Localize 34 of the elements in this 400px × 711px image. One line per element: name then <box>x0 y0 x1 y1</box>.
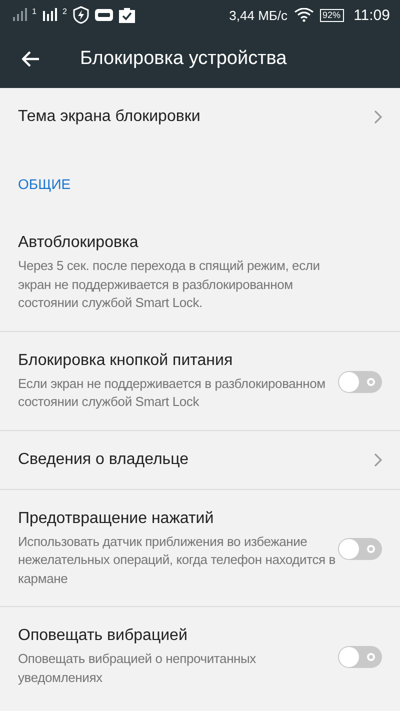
item-title: Блокировка кнопкой питания <box>18 352 234 370</box>
wifi-icon <box>294 8 314 22</box>
sim-label: 1 <box>32 7 36 16</box>
clock: 11:09 <box>354 6 390 24</box>
settings-item[interactable]: Тема экрана блокировки <box>0 88 400 146</box>
toggle-switch[interactable] <box>338 646 382 668</box>
chevron-icon <box>374 110 382 124</box>
sim-label: 2 <box>62 7 67 16</box>
briefcase-check-icon <box>118 7 135 23</box>
item-summary: Оповещать вибрацией о непрочитанных уведомлениях <box>18 650 257 687</box>
battery-indicator: 92% <box>320 8 344 22</box>
item-title: Оповещать вибрацией <box>18 627 188 645</box>
shield-bolt-icon <box>72 6 89 24</box>
item-summary: Использовать датчик приближения во избежание нежелательных операций, когда телефон находится в кармане <box>18 532 336 588</box>
settings-item[interactable]: Блокировка кнопкой питания Если экран не поддерживается в разблокированном состоянии службой Smart Lock <box>0 332 400 430</box>
item-title: Тема экрана блокировки <box>18 108 200 126</box>
settings-item[interactable]: Оповещать вибрацией Оповещать вибрацией о непрочитанных уведомлениях <box>0 607 400 705</box>
item-title: Предотвращение нажатий <box>18 510 215 528</box>
toggle-switch[interactable] <box>338 370 382 392</box>
section-header: ОБЩИЕ <box>17 175 72 194</box>
item-title: Сведения о владельце <box>18 450 189 468</box>
card-icon <box>94 9 113 21</box>
settings-item[interactable]: Автоблокировка Через 5 сек. после перехода в спящий режим, если экран не поддерживается в разблокированном состоянии службой Smart Lock. <box>0 214 400 330</box>
item-summary: Если экран не поддерживается в разблокированном состоянии службой Smart Lock <box>18 374 326 411</box>
screen-title: Блокировка устройства <box>80 48 287 70</box>
signal-icon <box>12 8 30 22</box>
network-speed: 3,44 МБ/с <box>229 8 288 22</box>
toggle-switch[interactable] <box>338 538 382 560</box>
item-title: Автоблокировка <box>18 234 140 252</box>
settings-item[interactable]: Предотвращение нажатий Использовать датчик приближения во избежание нежелательных операций, когда телефон находится в кармане <box>0 490 400 606</box>
back-arrow-icon[interactable] <box>22 51 40 67</box>
item-summary: Через 5 сек. после перехода в спящий режим, если экран не поддерживается в разблокированном состоянии службой Smart Lock. <box>18 257 321 312</box>
settings-item[interactable]: Сведения о владельце <box>0 430 400 488</box>
chevron-icon <box>374 452 382 466</box>
